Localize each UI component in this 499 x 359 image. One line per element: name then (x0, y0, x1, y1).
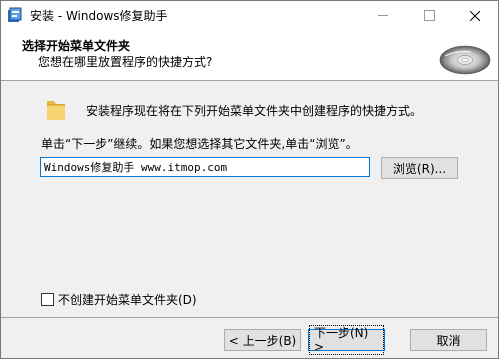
browse-button[interactable]: 浏览(R)... (381, 157, 458, 179)
maximize-button[interactable] (406, 1, 452, 30)
next-button-label: 下一步(N) > (309, 325, 384, 355)
title-bar[interactable]: 安装 - Windows修复助手 (1, 1, 498, 30)
description-text: 安装程序现在将在下列开始菜单文件夹中创建程序的快捷方式。 (86, 104, 423, 118)
no-start-menu-folder-option[interactable]: 不创建开始菜单文件夹(D) (41, 291, 197, 308)
minimize-button[interactable] (360, 1, 406, 30)
window-title: 安装 - Windows修复助手 (30, 9, 168, 23)
no-start-menu-folder-label: 不创建开始菜单文件夹(D) (58, 293, 197, 307)
start-menu-folder-input[interactable] (40, 157, 370, 177)
minimize-icon (378, 15, 388, 16)
maximize-icon (423, 10, 435, 21)
next-button[interactable]: 下一步(N) > (308, 325, 385, 355)
cancel-button[interactable]: 取消 (410, 329, 487, 351)
setup-window: 安装 - Windows修复助手 选择开始菜单文件夹 您想在哪里放置程序的快捷方… (0, 0, 499, 359)
back-button[interactable]: < 上一步(B) (224, 329, 301, 351)
page-title: 选择开始菜单文件夹 (22, 39, 131, 53)
close-button[interactable] (452, 1, 498, 30)
footer-separator (1, 317, 498, 318)
close-icon (470, 10, 480, 21)
instruction-text: 单击“下一步”继续。如果您想选择其它文件夹,单击“浏览”。 (41, 137, 358, 151)
installer-app-icon (7, 7, 23, 23)
wizard-header: 选择开始菜单文件夹 您想在哪里放置程序的快捷方式? (1, 30, 498, 81)
cd-disc-icon (437, 30, 492, 78)
folder-icon (45, 98, 67, 122)
page-subtitle: 您想在哪里放置程序的快捷方式? (38, 55, 213, 69)
no-start-menu-folder-checkbox[interactable] (41, 293, 54, 306)
